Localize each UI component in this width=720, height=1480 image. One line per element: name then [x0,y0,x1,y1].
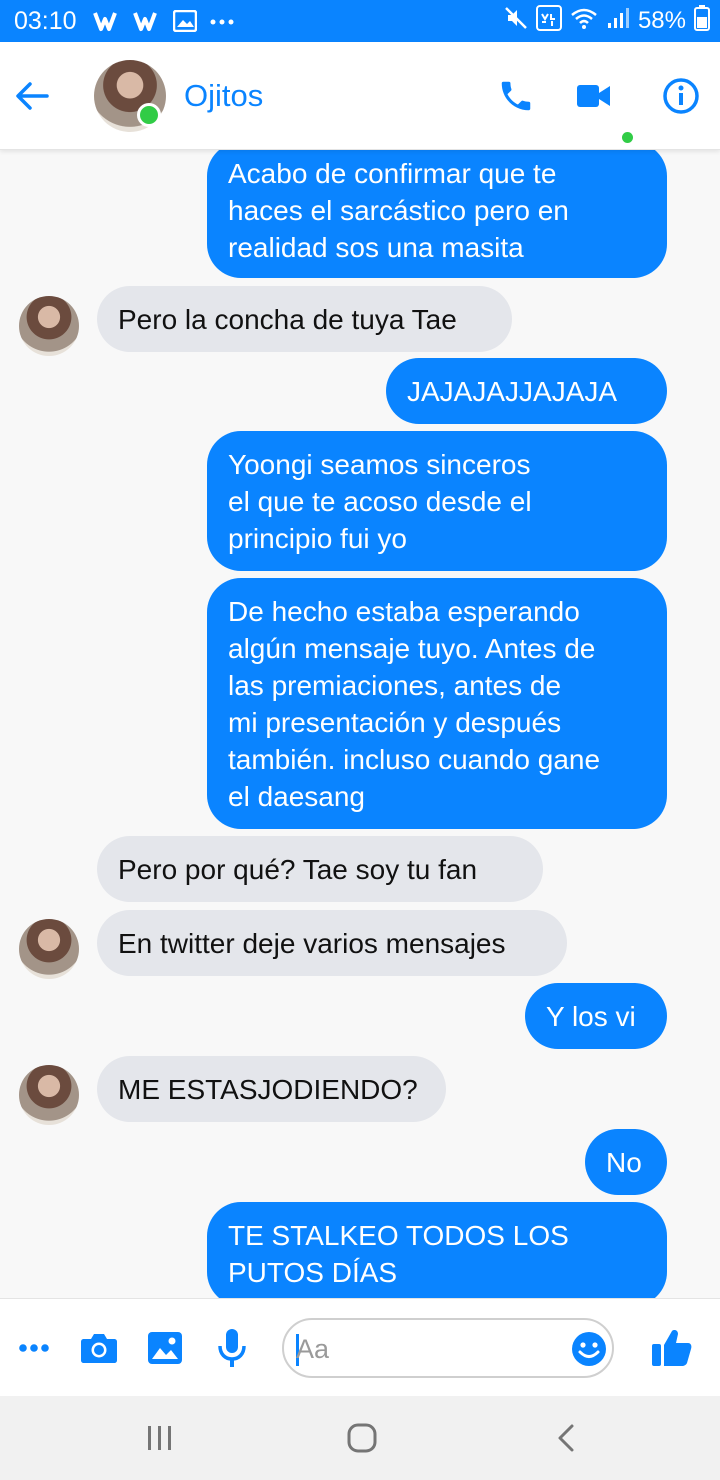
message-thread[interactable]: Acabo de confirmar que te haces el sarcá… [0,150,720,1298]
message-bubble-received[interactable]: Pero por qué? Tae soy tu fan [97,836,543,902]
message-bubble-sent[interactable]: De hecho estaba esperando algún mensaje … [207,578,667,829]
video-online-dot [622,132,633,143]
volte-icon [535,4,562,38]
message-bubble-sent[interactable]: Acabo de confirmar que te haces el sarcá… [207,150,667,278]
back-icon[interactable] [546,1416,586,1460]
camera-icon[interactable] [78,1325,120,1371]
info-icon[interactable] [660,72,702,120]
microphone-icon[interactable] [212,1325,252,1371]
back-arrow-icon[interactable] [12,76,52,116]
message-bubble-received[interactable]: Pero la concha de tuya Tae [97,286,512,352]
conversation-header: Ojitos [0,42,720,150]
message-bubble-received[interactable]: En twitter deje varios mensajes [97,910,567,976]
system-nav-bar [0,1396,720,1480]
contact-name[interactable]: Ojitos [184,78,263,114]
sender-avatar[interactable] [19,919,79,979]
gallery-icon [172,10,197,32]
sender-avatar[interactable] [19,296,79,356]
phone-icon[interactable] [494,72,538,120]
message-bubble-sent[interactable]: Y los vi [525,983,667,1049]
thumbs-up-icon[interactable] [648,1325,696,1371]
battery-percent: 58% [637,7,686,34]
wattpad-icon [132,10,163,32]
message-bubble-sent[interactable]: TE STALKEO TODOS LOS PUTOS DÍAS [207,1202,667,1298]
online-indicator [137,103,161,127]
status-bar: 03:10 58% [0,0,720,42]
more-icon[interactable] [14,1325,54,1371]
recent-apps-icon[interactable] [140,1416,180,1460]
message-bubble-sent[interactable]: JAJAJAJJAJAJA [386,358,667,424]
message-input-box[interactable] [282,1318,614,1378]
video-icon[interactable] [574,72,614,120]
home-icon[interactable] [340,1416,384,1460]
status-time: 03:10 [14,6,77,35]
more-icon [207,10,237,32]
wattpad-icon [92,10,123,32]
battery-icon [694,4,710,38]
message-bubble-received[interactable]: ME ESTASJODIENDO? [97,1056,446,1122]
message-bubble-sent[interactable]: No [585,1129,667,1195]
message-composer [0,1298,720,1396]
wifi-icon [570,6,598,37]
sender-avatar[interactable] [19,1065,79,1125]
mute-icon [504,6,528,37]
emoji-icon[interactable] [570,1330,608,1368]
image-icon[interactable] [144,1325,186,1371]
signal-icon [606,6,630,37]
message-input[interactable] [296,1332,556,1366]
message-bubble-sent[interactable]: Yoongi seamos sinceros el que te acoso d… [207,431,667,571]
